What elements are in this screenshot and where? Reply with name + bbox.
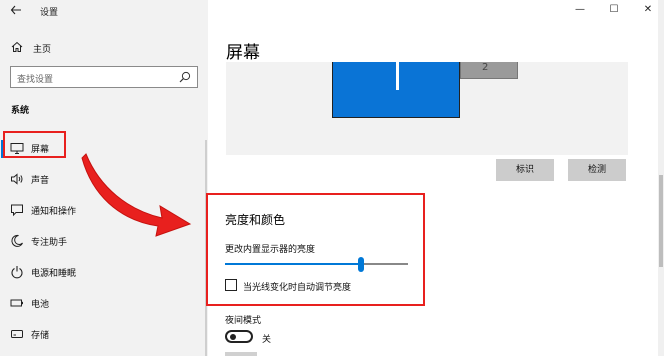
monitor-2[interactable] [460, 62, 518, 79]
sidebar-item-label: 专注助手 [31, 238, 68, 248]
search-placeholder: 查找设置 [17, 75, 54, 85]
main-scrollbar-thumb[interactable] [659, 175, 663, 267]
brightness-label: 更改内置显示器的亮度 [225, 245, 316, 255]
identify-button[interactable]: 标识 [496, 159, 554, 181]
brightness-slider-fill[interactable] [225, 263, 361, 265]
partial-link[interactable] [225, 352, 257, 356]
notification-icon [11, 204, 23, 217]
sidebar-item-storage[interactable]: 存储 [0, 324, 208, 344]
sidebar-item-battery[interactable]: 电池 [0, 293, 208, 313]
auto-brightness-checkbox[interactable] [225, 279, 237, 291]
night-mode-state: 关 [262, 335, 272, 345]
highlight-box-display-nav [3, 131, 66, 158]
back-button[interactable] [10, 4, 24, 18]
speaker-icon [11, 173, 23, 185]
night-mode-label: 夜间模式 [225, 316, 262, 326]
moon-icon [11, 234, 23, 247]
arrow-left-icon [10, 5, 21, 15]
minimize-button[interactable]: — [570, 3, 590, 17]
power-icon [11, 266, 23, 279]
red-arrow-annotation [81, 153, 192, 237]
search-icon [179, 71, 191, 83]
sidebar-item-home[interactable]: 主页 [0, 38, 208, 58]
toggle-knob [230, 334, 236, 340]
sidebar-item-power-sleep[interactable]: 电源和睡眠 [0, 262, 208, 282]
section-title: 系统 [11, 106, 30, 116]
sidebar-item-label: 电源和睡眠 [31, 269, 77, 279]
title-bar: 设置 [0, 0, 208, 24]
close-button[interactable]: ✕ [638, 3, 658, 17]
app-title: 设置 [40, 8, 59, 18]
home-icon [11, 41, 23, 52]
brightness-section-heading: 亮度和颜色 [225, 213, 286, 227]
sidebar-item-label: 声音 [31, 176, 50, 186]
sidebar-item-label: 通知和操作 [31, 207, 77, 217]
brightness-slider-track[interactable] [361, 263, 408, 265]
detect-button[interactable]: 检测 [568, 159, 626, 181]
sidebar-item-label: 电池 [31, 300, 50, 310]
window-controls: — ☐ ✕ [554, 0, 664, 22]
auto-brightness-label: 当光线变化时自动调节亮度 [243, 283, 352, 293]
maximize-button[interactable]: ☐ [604, 3, 624, 17]
sidebar-item-label: 主页 [33, 45, 52, 55]
brightness-slider-thumb[interactable] [358, 257, 364, 272]
night-mode-toggle[interactable] [225, 330, 253, 343]
sidebar-item-label: 存储 [31, 331, 50, 341]
monitor-1-number [396, 62, 399, 90]
page-title: 屏幕 [226, 43, 260, 63]
monitor-2-number: 2 [482, 62, 489, 73]
search-input[interactable]: 查找设置 [10, 66, 198, 88]
storage-icon [11, 330, 23, 338]
battery-icon [10, 299, 23, 307]
